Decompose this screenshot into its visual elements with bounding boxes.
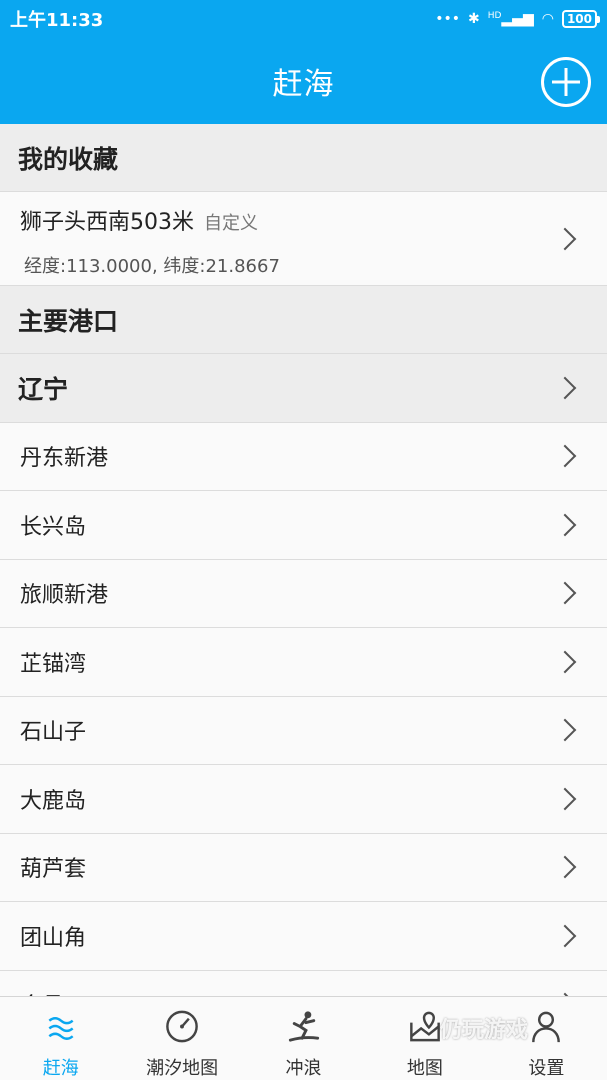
map-pin-icon — [410, 1011, 440, 1042]
surfer-icon — [288, 1011, 319, 1042]
chevron-right-icon — [553, 513, 577, 537]
favorite-coords: 经度:113.0000, 纬度:21.8667 — [24, 256, 280, 277]
port-row[interactable]: 团山角 — [0, 902, 607, 971]
tab-label: 地图 — [406, 1058, 443, 1079]
more-dots-icon: ••• — [435, 11, 460, 27]
page-title: 赶海 — [272, 67, 335, 102]
port-row[interactable]: 丹东新港 — [0, 422, 607, 491]
ports-header: 主要港口 — [0, 286, 607, 354]
chevron-right-icon — [553, 376, 577, 400]
wifi-icon: ◠ — [541, 11, 554, 27]
chevron-right-icon — [553, 718, 577, 742]
favorite-tag: 自定义 — [204, 213, 258, 234]
port-name: 旅顺新港 — [20, 583, 109, 609]
tab-label: 设置 — [528, 1058, 565, 1079]
port-name: 长兴岛 — [20, 514, 87, 540]
province-row[interactable]: 辽宁 — [0, 354, 607, 423]
content-list[interactable]: 我的收藏 狮子头西南503米 自定义 经度:113.0000, 纬度:21.866… — [0, 124, 607, 996]
favorite-name: 狮子头西南503米 — [20, 210, 194, 235]
port-name: 团山角 — [20, 925, 87, 951]
battery-icon: 100 — [561, 10, 601, 28]
port-name: 石山子 — [20, 720, 87, 746]
port-name: 芷锚湾 — [20, 651, 87, 677]
waves-icon — [48, 1017, 74, 1040]
user-icon — [532, 1011, 561, 1043]
chevron-right-icon — [553, 227, 577, 250]
tab-label: 赶海 — [42, 1058, 79, 1079]
signal-icon: HD▂▄▆ — [487, 11, 534, 27]
favorites-header: 我的收藏 — [0, 124, 607, 192]
watermark: 仍玩游戏 — [440, 1018, 529, 1043]
tab-surf[interactable]: 冲浪 — [243, 997, 364, 1080]
port-row[interactable]: 长兴岛 — [0, 491, 607, 560]
port-row[interactable]: 石山子 — [0, 696, 607, 765]
app-bar: 赶海 — [0, 38, 607, 124]
chevron-right-icon — [553, 787, 577, 811]
port-name: 葫芦套 — [20, 857, 87, 883]
port-row[interactable]: 大鹿岛 — [0, 765, 607, 834]
tab-tide-map[interactable]: 潮汐地图 — [121, 997, 242, 1080]
status-time: 上午11:33 — [10, 10, 104, 31]
port-row[interactable]: 旅顺新港 — [0, 559, 607, 628]
add-button[interactable] — [541, 57, 591, 107]
port-row[interactable]: 金县 — [0, 970, 607, 996]
port-name: 金县 — [20, 988, 64, 996]
status-icons: ••• ✱ HD▂▄▆ ◠ 100 — [435, 10, 601, 28]
chevron-right-icon — [553, 650, 577, 674]
port-name: 丹东新港 — [20, 446, 109, 472]
chevron-right-icon — [553, 581, 577, 605]
port-row[interactable]: 葫芦套 — [0, 833, 607, 902]
port-name: 大鹿岛 — [20, 788, 87, 814]
tab-label: 冲浪 — [285, 1058, 322, 1079]
bluetooth-icon: ✱ — [467, 11, 480, 27]
chevron-right-icon — [553, 855, 577, 879]
chevron-right-icon — [553, 924, 577, 948]
status-bar: 上午11:33 ••• ✱ HD▂▄▆ ◠ 100 — [0, 0, 607, 38]
port-row[interactable]: 芷锚湾 — [0, 628, 607, 697]
tab-ganhai[interactable]: 赶海 — [0, 997, 121, 1080]
chevron-right-icon — [553, 444, 577, 468]
province-label: 辽宁 — [18, 374, 69, 404]
favorite-item[interactable]: 狮子头西南503米 自定义 经度:113.0000, 纬度:21.8667 — [0, 192, 607, 286]
gauge-icon — [166, 1010, 198, 1043]
tab-label: 潮汐地图 — [146, 1058, 219, 1079]
